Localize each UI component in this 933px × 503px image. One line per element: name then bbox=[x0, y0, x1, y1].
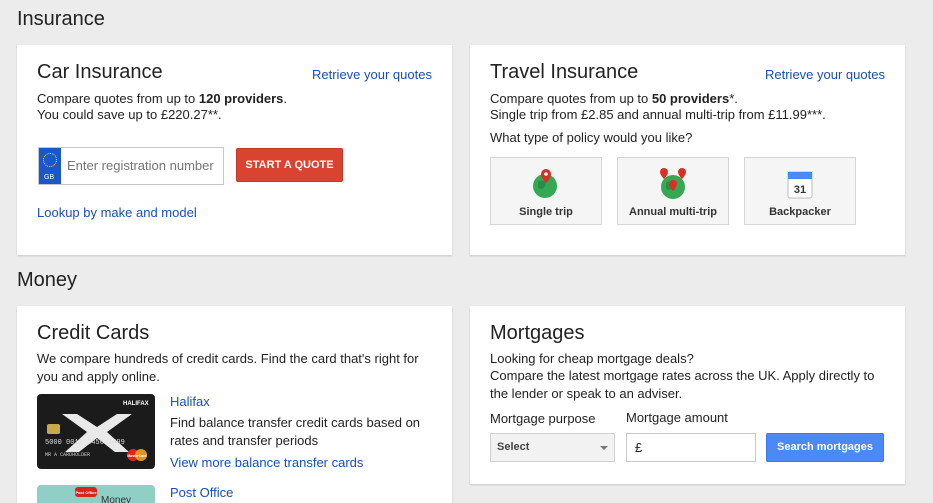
mortgage-purpose-label: Mortgage purpose bbox=[490, 411, 596, 426]
card-brand: HALIFAX bbox=[123, 401, 149, 407]
globe-pin-icon bbox=[533, 169, 557, 198]
flag-label: GB bbox=[44, 174, 55, 181]
calendar-icon: 31 bbox=[787, 171, 813, 199]
lookup-make-model-link[interactable]: Lookup by make and model bbox=[37, 205, 197, 220]
mortgages-title: Mortgages bbox=[490, 322, 585, 344]
car-insurance-title: Car Insurance bbox=[37, 61, 163, 83]
currency-prefix: £ bbox=[635, 440, 643, 455]
car-retrieve-quotes-link[interactable]: Retrieve your quotes bbox=[312, 67, 432, 82]
halifax-card-image[interactable]: HALIFAX 5000 0012 3456 7899 MR A CARDHOL… bbox=[37, 394, 155, 469]
search-mortgages-button[interactable]: Search mortgages bbox=[766, 433, 884, 462]
calendar-day: 31 bbox=[794, 184, 806, 196]
policy-label-single-trip: Single trip bbox=[519, 206, 573, 218]
policy-label-backpacker: Backpacker bbox=[769, 206, 831, 218]
policy-option-annual-multi-trip[interactable]: Annual multi-trip bbox=[617, 157, 729, 225]
mortgage-purpose-value: Select bbox=[497, 441, 530, 453]
mortgage-amount-label: Mortgage amount bbox=[626, 410, 728, 425]
card-network: MasterCard bbox=[127, 454, 146, 458]
section-title-insurance: Insurance bbox=[17, 8, 105, 30]
post-office-link[interactable]: Post Office bbox=[170, 485, 233, 500]
registration-field[interactable]: GB bbox=[38, 147, 224, 185]
credit-cards-title: Credit Cards bbox=[37, 322, 150, 344]
halifax-description: Find balance transfer credit cards based… bbox=[170, 415, 421, 448]
post-office-card-label: Money bbox=[101, 495, 131, 503]
chevron-down-icon bbox=[600, 446, 608, 450]
credit-cards-intro: We compare hundreds of credit cards. Fin… bbox=[37, 351, 419, 384]
registration-input[interactable] bbox=[67, 158, 217, 173]
mortgage-amount-field[interactable]: £ bbox=[626, 433, 756, 462]
mortgage-purpose-select[interactable]: Select bbox=[490, 433, 615, 462]
post-office-card-image[interactable]: Post Office Money bbox=[37, 485, 155, 503]
mortgages-intro-line2: Compare the latest mortgage rates across… bbox=[490, 368, 875, 401]
card-number: 5000 0012 3456 7899 bbox=[45, 439, 125, 447]
mortgages-intro-line1: Looking for cheap mortgage deals? bbox=[490, 351, 694, 366]
card-holder: MR A CARDHOLDER bbox=[45, 452, 90, 458]
policy-option-single-trip[interactable]: Single trip bbox=[490, 157, 602, 225]
policy-option-backpacker[interactable]: 31 Backpacker bbox=[744, 157, 856, 225]
gb-flag-icon: GB bbox=[39, 148, 61, 184]
section-title-money: Money bbox=[17, 269, 78, 291]
post-office-card-brand: Post Office bbox=[75, 490, 97, 495]
halifax-link[interactable]: Halifax bbox=[170, 394, 210, 409]
balance-transfer-link[interactable]: View more balance transfer cards bbox=[170, 455, 363, 470]
globe-multi-pin-icon bbox=[660, 168, 686, 199]
car-intro-line2: You could save up to £220.27**. bbox=[37, 107, 222, 122]
policy-label-annual-multi-trip: Annual multi-trip bbox=[629, 206, 717, 218]
policy-question: What type of policy would you like? bbox=[490, 130, 693, 145]
travel-retrieve-quotes-link[interactable]: Retrieve your quotes bbox=[765, 67, 885, 82]
start-quote-button[interactable]: START A QUOTE bbox=[236, 148, 343, 182]
travel-insurance-title: Travel Insurance bbox=[490, 61, 639, 83]
travel-intro-line2: Single trip from £2.85 and annual multi-… bbox=[490, 107, 826, 122]
